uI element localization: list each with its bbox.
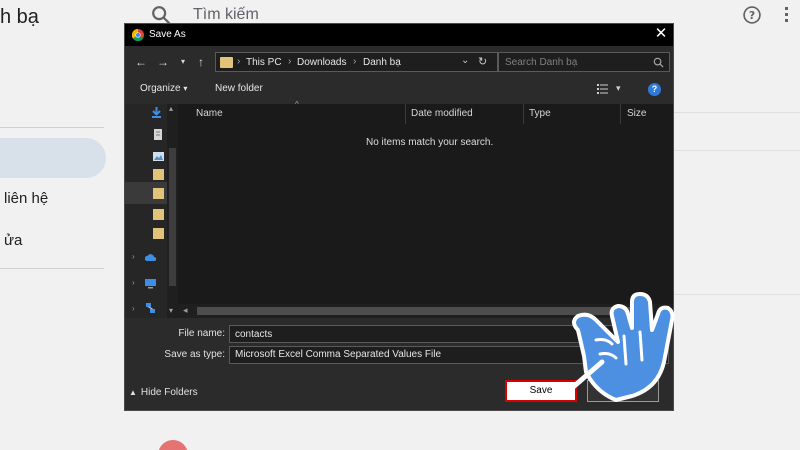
search-icon xyxy=(653,57,664,68)
help-icon[interactable]: ? xyxy=(648,83,661,96)
expand-chevron-icon[interactable]: › xyxy=(132,278,135,287)
background-title: h bạ xyxy=(0,6,39,28)
document-icon[interactable] xyxy=(153,129,164,140)
forward-arrow-icon[interactable]: → xyxy=(155,54,171,70)
apps-grid-icon[interactable] xyxy=(784,6,800,22)
address-dropdown-icon[interactable]: ⌄ xyxy=(461,55,469,66)
dialog-titlebar[interactable]: Save As ✕ xyxy=(125,24,673,46)
scroll-down-arrow-icon[interactable]: ▾ xyxy=(169,306,173,315)
background-divider xyxy=(0,268,104,269)
background-divider xyxy=(674,150,800,151)
folder-icon[interactable] xyxy=(153,209,164,220)
expand-chevron-icon[interactable]: › xyxy=(132,304,135,313)
navigation-pane[interactable]: › › › ▴ ▾ xyxy=(125,104,178,318)
expand-chevron-icon[interactable]: › xyxy=(132,252,135,261)
onedrive-cloud-icon[interactable] xyxy=(145,252,156,263)
background-divider xyxy=(0,127,104,128)
background-divider xyxy=(674,294,800,295)
column-divider[interactable] xyxy=(523,104,524,124)
view-dropdown-icon[interactable]: ▾ xyxy=(616,83,621,94)
pointing-hand-icon xyxy=(569,292,675,402)
save-as-type-label: Save as type: xyxy=(164,349,225,360)
breadcrumb-separator: › xyxy=(288,56,292,67)
avatar[interactable] xyxy=(158,440,188,450)
this-pc-icon[interactable] xyxy=(145,278,156,289)
hide-folders-button[interactable]: ▲ Hide Folders xyxy=(129,387,198,398)
refresh-icon[interactable]: ↻ xyxy=(478,55,487,68)
save-as-type-value: Microsoft Excel Comma Separated Values F… xyxy=(235,349,442,360)
background-divider xyxy=(674,112,800,113)
breadcrumb-downloads[interactable]: Downloads xyxy=(297,57,346,68)
empty-folder-message: No items match your search. xyxy=(366,137,494,148)
background-sidebar-item[interactable]: liên hệ xyxy=(4,190,48,207)
column-divider[interactable] xyxy=(405,104,406,124)
column-header-name[interactable]: Name xyxy=(196,108,223,119)
search-input[interactable] xyxy=(498,52,670,72)
background-sidebar-item[interactable]: ửa xyxy=(4,232,22,249)
file-name-label: File name: xyxy=(178,328,225,339)
hide-folders-label: Hide Folders xyxy=(140,387,198,398)
navigation-pane-scroll-thumb[interactable] xyxy=(169,148,176,286)
breadcrumb-separator: › xyxy=(353,56,357,67)
address-bar[interactable]: › This PC › Downloads › Danh bạ ⌄ ↻ xyxy=(215,52,498,72)
column-header-type[interactable]: Type xyxy=(529,108,551,119)
recent-locations-chevron-icon[interactable]: ▾ xyxy=(175,54,191,70)
back-arrow-icon[interactable]: ← xyxy=(133,54,149,70)
svg-text:?: ? xyxy=(749,9,755,22)
scroll-left-arrow-icon[interactable]: ◂ xyxy=(183,305,188,316)
column-divider[interactable] xyxy=(620,104,621,124)
up-arrow-icon[interactable]: ↑ xyxy=(193,54,209,70)
column-header-size[interactable]: Size xyxy=(627,108,646,119)
view-options-icon[interactable] xyxy=(597,84,608,94)
background-sidebar-selected[interactable] xyxy=(0,138,106,178)
breadcrumb-danh-ba[interactable]: Danh bạ xyxy=(363,57,401,68)
network-icon[interactable] xyxy=(145,303,156,314)
help-icon[interactable]: ? xyxy=(742,5,762,25)
chevron-down-icon: ▾ xyxy=(183,84,188,93)
chevron-up-icon: ▲ xyxy=(129,388,137,397)
dialog-toolbar: Organize ▾ New folder ▾ ? xyxy=(125,80,673,100)
chrome-icon xyxy=(132,29,144,41)
download-arrow-icon[interactable] xyxy=(151,107,162,118)
folder-icon xyxy=(220,57,233,68)
new-folder-button[interactable]: New folder xyxy=(215,83,263,94)
breadcrumb-separator: › xyxy=(237,56,241,67)
background-search-placeholder[interactable]: Tìm kiếm xyxy=(193,6,259,24)
folder-icon[interactable] xyxy=(153,228,164,239)
organize-menu[interactable]: Organize ▾ xyxy=(140,83,187,94)
navigation-bar: ← → ▾ ↑ › This PC › Downloads › Danh bạ … xyxy=(125,50,673,76)
breadcrumb-this-pc[interactable]: This PC xyxy=(246,57,282,68)
scroll-up-arrow-icon[interactable]: ▴ xyxy=(169,104,173,113)
sort-caret-icon: ^ xyxy=(295,100,299,109)
pictures-icon[interactable] xyxy=(153,151,164,162)
dialog-title: Save As xyxy=(149,29,186,40)
folder-icon[interactable] xyxy=(153,169,164,180)
folder-icon[interactable] xyxy=(153,188,164,199)
organize-label: Organize xyxy=(140,83,181,94)
column-header-date-modified[interactable]: Date modified xyxy=(411,108,473,119)
close-button[interactable]: ✕ xyxy=(653,26,669,42)
